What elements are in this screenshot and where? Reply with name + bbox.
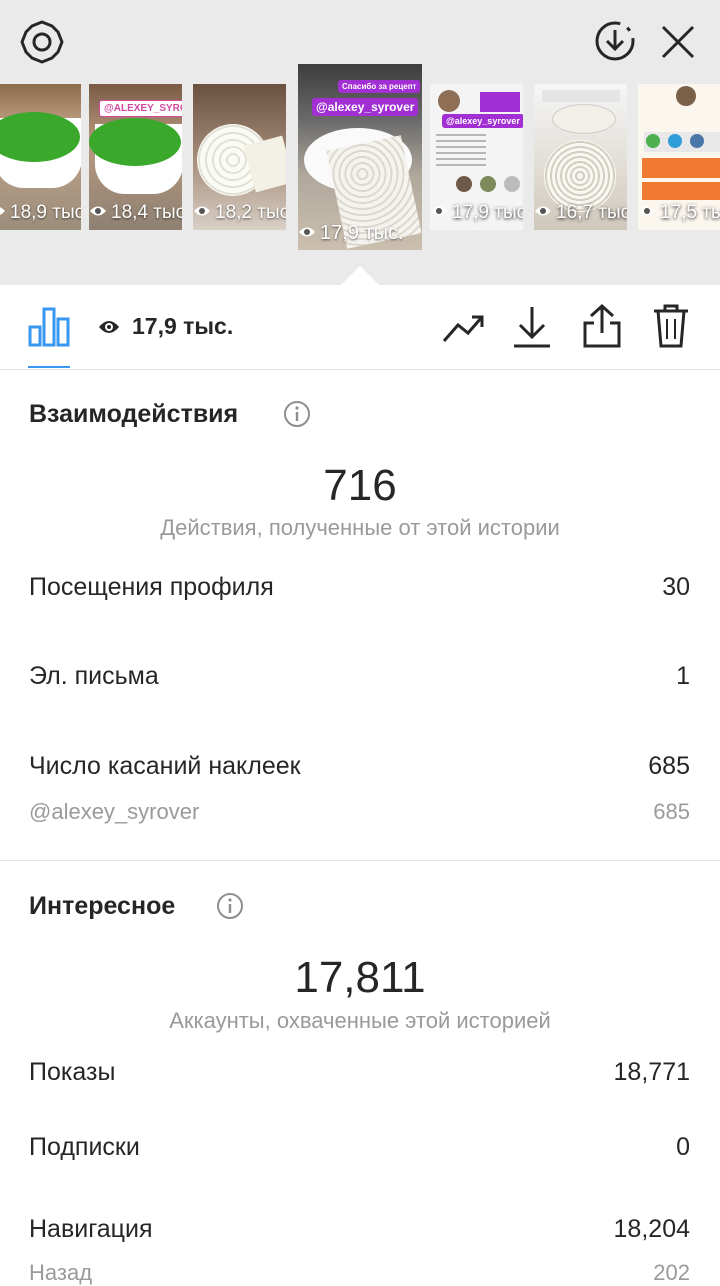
story-thumbnail[interactable]: @alexey_syrover 17,9 тыс. [430,84,523,230]
story-image [504,176,520,192]
stat-row-value: 0 [676,1133,690,1161]
story-image [542,90,620,102]
stat-row-label: Эл. письма [29,662,159,690]
download-icon[interactable] [512,305,552,354]
story-image [89,118,181,166]
story-image [690,134,704,148]
interactions-total: 716 [323,461,397,510]
story-views: 17,9 тыс. [298,222,422,245]
story-image [480,92,520,112]
story-image [436,134,486,170]
eye-icon [430,202,448,224]
discovery-total: 17,811 [294,953,426,1002]
story-image [438,90,460,112]
info-icon[interactable] [283,400,311,433]
story-thumbnail-selected[interactable]: Спасибо за рецепт @alexey_syrover 17,9 т… [298,64,422,250]
story-image [646,134,660,148]
discovery-caption: Аккаунты, охваченные этой историей [169,1008,551,1033]
story-image [480,176,496,192]
story-views: 18,9 тыс. [0,202,81,224]
story-image [642,158,720,178]
story-thumbnail[interactable]: 17,5 тыс. [638,84,720,230]
eye-icon [0,202,6,224]
eye-icon [298,222,316,245]
eye-icon [534,202,552,224]
stat-row-value: 18,204 [613,1215,690,1243]
story-image [456,176,472,192]
stat-row-label: Число касаний наклеек [29,752,301,780]
story-thumbnail[interactable]: 18,2 тыс. [193,84,286,230]
selection-pointer [341,266,379,285]
interactions-title: Взаимодействия [29,400,239,428]
story-thumbnail[interactable]: 18,9 тыс. [0,84,81,230]
story-views: 18,4 тыс. [89,202,182,224]
discovery-title: Интересное [29,892,176,920]
story-image [676,86,696,106]
stat-row-value: 685 [648,752,690,780]
insights-toolbar: 17,9 тыс. [0,285,720,370]
stat-row-value: 30 [662,573,690,601]
trash-icon[interactable] [652,303,690,354]
stat-subrow-value: 202 [653,1260,690,1285]
stat-subrow-value: 685 [653,799,690,824]
story-mention-tag: @alexey_syrover [442,114,523,128]
story-mention-tag: @ALEXEY_SYROVER [99,100,182,117]
eye-icon [193,202,211,224]
stat-subrow-label: @alexey_syrover [29,799,200,824]
stat-row-label: Навигация [29,1215,153,1243]
stat-row-value: 1 [676,662,690,690]
stat-row-value: 18,771 [613,1058,690,1086]
story-thumbnails: 18,9 тыс. @ALEXEY_SYROVER 18,4 тыс. 18,2… [0,60,720,260]
trending-icon[interactable] [442,311,486,350]
stat-row-label: Посещения профиля [29,573,274,601]
story-views: 16,7 тыс. [534,202,627,224]
active-tab-indicator [28,366,70,368]
stat-row-label: Подписки [29,1133,140,1161]
interactions-caption: Действия, полученные от этой истории [160,515,560,540]
story-views: 17,5 тыс. [638,202,720,224]
story-caption-tag: Спасибо за рецепт [338,80,421,93]
stat-row-label: Показы [29,1058,116,1086]
insights-bar-chart-icon[interactable] [28,305,70,352]
story-views: 18,2 тыс. [193,202,286,224]
story-image [642,182,720,200]
info-icon[interactable] [216,892,244,925]
eye-icon [98,318,120,341]
stat-subrow-label: Назад [29,1260,93,1285]
story-image [668,134,682,148]
story-thumbnail[interactable]: 16,7 тыс. [534,84,627,230]
share-icon[interactable] [582,303,622,354]
story-strip-area: 18,9 тыс. @ALEXEY_SYROVER 18,4 тыс. 18,2… [0,0,720,285]
story-image [552,104,616,134]
views-count: 17,9 тыс. [132,313,234,339]
section-divider [0,860,720,861]
eye-icon [638,202,656,224]
close-icon[interactable] [660,24,696,65]
eye-icon [89,202,107,224]
story-mention-tag: @alexey_syrover [312,98,419,116]
story-views: 17,9 тыс. [430,202,523,224]
story-thumbnail[interactable]: @ALEXEY_SYROVER 18,4 тыс. [89,84,182,230]
